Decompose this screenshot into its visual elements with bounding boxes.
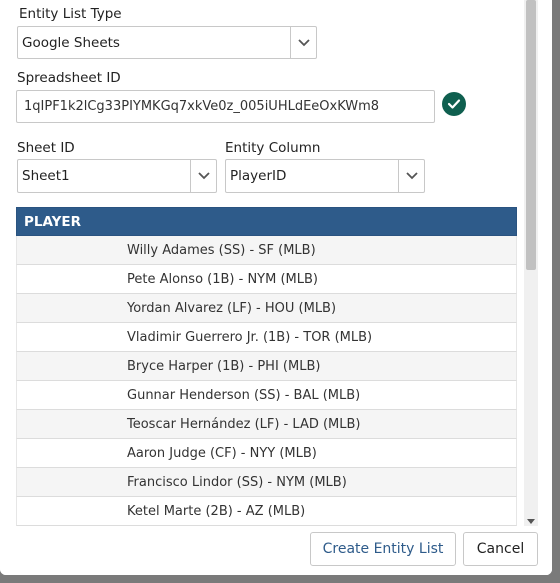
cancel-button[interactable]: Cancel	[463, 532, 538, 566]
table-row[interactable]: Ketel Marte (2B) - AZ (MLB)	[16, 497, 517, 526]
table-row[interactable]: Francisco Lindor (SS) - NYM (MLB)	[16, 468, 517, 497]
table-row[interactable]: Teoscar Hernández (LF) - LAD (MLB)	[16, 410, 517, 439]
dialog-edge	[538, 0, 552, 575]
table-row[interactable]: Gunnar Henderson (SS) - BAL (MLB)	[16, 381, 517, 410]
entity-column-label: Entity Column	[225, 140, 321, 156]
entity-list-type-value: Google Sheets	[22, 34, 120, 51]
spreadsheet-id-label: Spreadsheet ID	[17, 70, 121, 86]
entity-column-value: PlayerID	[230, 168, 287, 184]
entity-column-select[interactable]: PlayerID	[225, 159, 425, 193]
table-row[interactable]: Willy Adames (SS) - SF (MLB)	[16, 236, 517, 265]
chevron-down-icon[interactable]	[291, 27, 317, 58]
spreadsheet-id-input[interactable]: 1qIPF1k2lCg33PIYMKGq7xkVe0z_005iUHLdEeOx…	[16, 90, 435, 123]
sheet-id-select[interactable]: Sheet1	[17, 159, 217, 193]
scroll-down-arrow-icon[interactable]	[527, 519, 535, 524]
table-body: Willy Adames (SS) - SF (MLB) Pete Alonso …	[16, 236, 517, 526]
player-table: PLAYER Willy Adames (SS) - SF (MLB) Pete …	[16, 207, 517, 526]
chevron-down-icon[interactable]	[191, 160, 217, 192]
entity-list-type-label: Entity List Type	[19, 6, 122, 22]
dialog-footer: Create Entity List Cancel	[0, 526, 552, 575]
sheet-id-value: Sheet1	[22, 168, 70, 184]
table-row[interactable]: Aaron Judge (CF) - NYY (MLB)	[16, 439, 517, 468]
sheet-id-label: Sheet ID	[17, 140, 75, 156]
entity-list-type-select[interactable]: Google Sheets	[17, 26, 317, 59]
table-row[interactable]: Vladimir Guerrero Jr. (1B) - TOR (MLB)	[16, 323, 517, 352]
table-row[interactable]: Yordan Alvarez (LF) - HOU (MLB)	[16, 294, 517, 323]
form-scroll-area[interactable]: Entity List Type Google Sheets Spreadshe…	[0, 0, 524, 526]
vertical-scrollbar[interactable]	[524, 0, 538, 528]
table-row[interactable]: Bryce Harper (1B) - PHI (MLB)	[16, 352, 517, 381]
create-entity-list-button[interactable]: Create Entity List	[310, 532, 456, 566]
create-entity-list-dialog: Entity List Type Google Sheets Spreadshe…	[0, 0, 552, 575]
chevron-down-icon[interactable]	[399, 160, 425, 192]
table-header-player[interactable]: PLAYER	[16, 207, 517, 236]
scrollbar-thumb[interactable]	[526, 0, 536, 270]
table-row[interactable]: Pete Alonso (1B) - NYM (MLB)	[16, 265, 517, 294]
check-circle-icon	[442, 92, 466, 116]
